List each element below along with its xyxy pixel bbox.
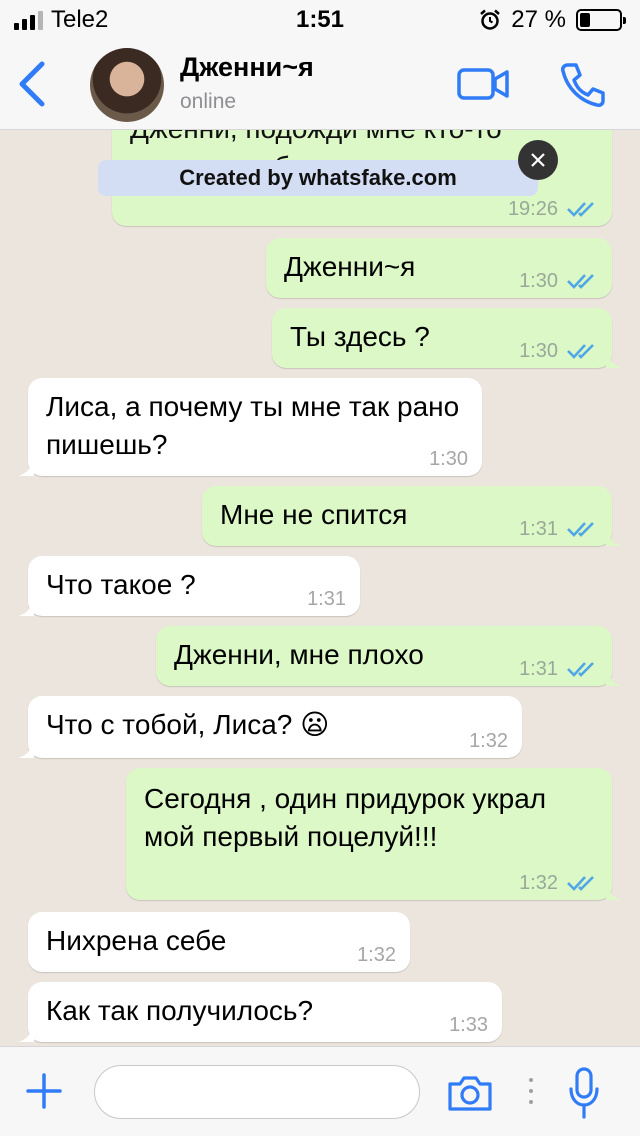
more-dots-icon [529, 1078, 533, 1104]
message-outgoing[interactable]: Сегодня , один придурок украл мой первый… [126, 768, 622, 900]
close-x-glyph [531, 153, 545, 167]
plus-icon[interactable] [24, 1071, 64, 1111]
message-text: Как так получилось? [46, 995, 314, 1026]
message-meta: 1:33 [449, 1014, 488, 1036]
message-incoming[interactable]: Что такое ? 1:31 [18, 556, 360, 616]
bubble-tail [18, 740, 34, 758]
message-time: 1:32 [357, 944, 396, 966]
bubble-tail [606, 350, 622, 368]
message-time: 19:26 [507, 198, 558, 220]
message-text: Сегодня , один придурок украл мой первый… [144, 783, 547, 852]
message-meta: 1:32 [469, 730, 508, 752]
message-time: 1:31 [519, 518, 558, 540]
read-ticks-icon [567, 876, 594, 891]
message-meta: 1:31 [519, 658, 598, 680]
status-right: 27 % [479, 6, 626, 34]
message-time: 1:31 [519, 658, 558, 680]
avatar[interactable] [90, 48, 164, 122]
microphone-icon[interactable] [568, 1067, 600, 1119]
message-meta: 1:32 [519, 872, 598, 894]
message-text: Мне не спится [220, 499, 408, 530]
message-time: 1:30 [429, 448, 468, 470]
battery-icon [576, 9, 626, 31]
message-incoming[interactable]: Нихрена себе 1:32 [28, 912, 410, 972]
message-incoming[interactable]: Как так получилось? 1:33 [18, 982, 502, 1042]
message-time: 1:33 [449, 1014, 488, 1036]
message-text: Нихрена себе [46, 925, 227, 956]
back-chevron-icon[interactable] [14, 60, 50, 108]
message-meta: 1:31 [519, 518, 598, 540]
message-time: 1:32 [519, 872, 558, 894]
message-meta: 1:30 [429, 448, 468, 470]
message-meta: 19:26 [501, 198, 598, 220]
contact-status: online [180, 90, 237, 113]
message-meta: 1:32 [357, 944, 396, 966]
bubble-tail [606, 528, 622, 546]
video-camera-icon[interactable] [456, 64, 510, 104]
message-meta: 1:30 [519, 340, 598, 362]
chat-area[interactable]: Дженни, подожди мне кто-то пишет, я тебе… [0, 130, 640, 1046]
bubble-tail [18, 458, 34, 476]
read-ticks-icon [567, 274, 594, 289]
composer-bar [0, 1046, 640, 1136]
message-outgoing[interactable]: Дженни, мне плохо 1:31 [156, 626, 622, 686]
read-ticks-icon [567, 344, 594, 359]
close-icon[interactable] [518, 140, 558, 180]
message-text: Ты здесь ? [290, 321, 430, 352]
message-outgoing[interactable]: Дженни~я 1:30 [266, 238, 612, 298]
message-text: Лиса, а почему ты мне так рано пишешь? [46, 391, 460, 460]
message-text: Что такое ? [46, 569, 196, 600]
battery-fill [580, 13, 591, 27]
status-bar: Tele2 1:51 27 % [0, 0, 640, 40]
message-incoming[interactable]: Лиса, а почему ты мне так рано пишешь? 1… [18, 378, 482, 476]
message-input[interactable] [94, 1065, 420, 1119]
contact-name[interactable]: Дженни~я [180, 52, 314, 83]
message-time: 1:31 [307, 588, 346, 610]
emoji-frowning-face: 😦 [300, 709, 330, 740]
message-time: 1:30 [519, 270, 558, 292]
message-incoming[interactable]: Что с тобой, Лиса? 😦 1:32 [18, 696, 522, 758]
message-outgoing[interactable]: Ты здесь ? 1:30 [272, 308, 622, 368]
message-text: Что с тобой, Лиса? [46, 709, 293, 740]
bubble-tail [18, 1024, 34, 1042]
message-text: Дженни~я [284, 251, 416, 282]
message-text: Дженни, мне плохо [174, 639, 424, 670]
battery-percent: 27 % [511, 6, 566, 33]
message-meta: 1:31 [307, 588, 346, 610]
chat-header: Дженни~я online [0, 40, 640, 130]
read-ticks-icon [567, 522, 594, 537]
bubble-tail [606, 882, 622, 900]
watermark-banner: Created by whatsfake.com [98, 160, 538, 196]
bubble-tail [18, 598, 34, 616]
message-outgoing[interactable]: Мне не спится 1:31 [202, 486, 622, 546]
read-ticks-icon [567, 662, 594, 677]
bubble-tail [606, 668, 622, 686]
alarm-clock-icon [480, 9, 501, 30]
phone-icon[interactable] [558, 60, 608, 110]
read-ticks-icon [567, 202, 594, 217]
message-time: 1:32 [469, 730, 508, 752]
camera-icon[interactable] [446, 1073, 494, 1113]
message-meta: 1:30 [519, 270, 598, 292]
message-time: 1:30 [519, 340, 558, 362]
